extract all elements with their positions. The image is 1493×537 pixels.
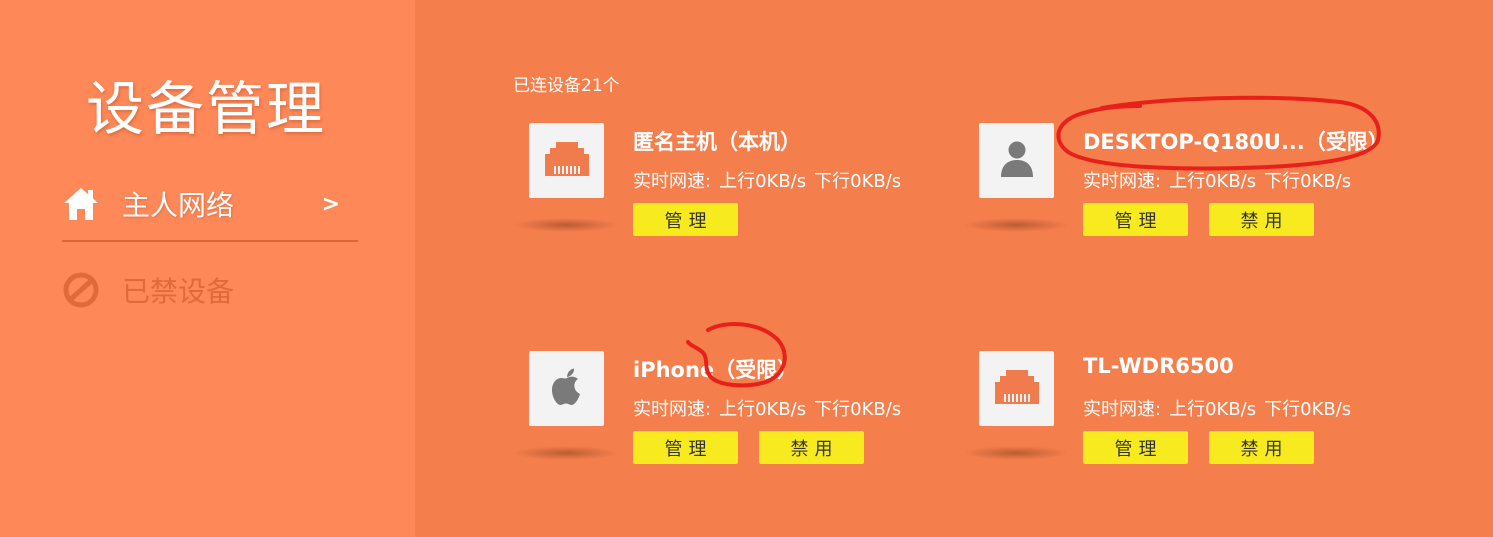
device-icon-box xyxy=(529,351,604,426)
connected-device-count: 已连设备21个 xyxy=(513,76,620,96)
device-speed: 实时网速: 上行0KB/s 下行0KB/s xyxy=(633,395,909,421)
download-speed: 下行0KB/s xyxy=(814,399,902,420)
speed-prefix: 实时网速: xyxy=(1083,399,1162,420)
device-icon-box xyxy=(979,351,1054,426)
home-icon xyxy=(62,185,100,223)
device-card: TL-WDR6500 实时网速: 上行0KB/s 下行0KB/s 管理 禁用 xyxy=(964,348,1384,508)
ethernet-icon xyxy=(544,140,590,182)
device-speed: 实时网速: 上行0KB/s 下行0KB/s xyxy=(1083,167,1359,193)
icon-shadow xyxy=(964,446,1068,460)
speed-prefix: 实时网速: xyxy=(633,399,712,420)
download-speed: 下行0KB/s xyxy=(814,171,902,192)
apple-icon xyxy=(550,367,584,411)
manage-button[interactable]: 管理 xyxy=(1083,431,1188,464)
device-icon-box xyxy=(529,123,604,198)
device-name: 匿名主机（本机） xyxy=(633,130,801,154)
upload-speed: 上行0KB/s xyxy=(719,399,807,420)
device-name: iPhone（受限） xyxy=(633,358,799,382)
page-title: 设备管理 xyxy=(86,75,327,143)
device-icon-box xyxy=(979,123,1054,198)
icon-shadow xyxy=(514,446,618,460)
device-speed: 实时网速: 上行0KB/s 下行0KB/s xyxy=(1083,395,1359,421)
speed-prefix: 实时网速: xyxy=(633,171,712,192)
icon-shadow xyxy=(514,218,618,232)
sidebar-item-label: 已禁设备 xyxy=(122,275,235,308)
device-card: 匿名主机（本机） 实时网速: 上行0KB/s 下行0KB/s 管理 xyxy=(514,120,934,280)
blocked-icon xyxy=(62,271,100,309)
sidebar-item-label: 主人网络 xyxy=(122,189,235,222)
device-card: iPhone（受限） 实时网速: 上行0KB/s 下行0KB/s 管理 禁用 xyxy=(514,348,934,508)
device-speed: 实时网速: 上行0KB/s 下行0KB/s xyxy=(633,167,909,193)
ethernet-icon xyxy=(994,368,1040,410)
upload-speed: 上行0KB/s xyxy=(1169,171,1257,192)
device-name: TL-WDR6500 xyxy=(1083,354,1234,378)
block-button[interactable]: 禁用 xyxy=(1209,431,1314,464)
manage-button[interactable]: 管理 xyxy=(1083,203,1188,236)
upload-speed: 上行0KB/s xyxy=(719,171,807,192)
chevron-right-icon: > xyxy=(321,191,340,217)
device-name: DESKTOP-Q180U...（受限） xyxy=(1083,130,1389,154)
download-speed: 下行0KB/s xyxy=(1264,399,1352,420)
device-card: DESKTOP-Q180U...（受限） 实时网速: 上行0KB/s 下行0KB/s… xyxy=(964,120,1389,280)
sidebar-item-blocked-devices[interactable]: 已禁设备 xyxy=(62,262,358,318)
sidebar-item-host-network[interactable]: 主人网络 > xyxy=(62,176,358,242)
block-button[interactable]: 禁用 xyxy=(759,431,864,464)
speed-prefix: 实时网速: xyxy=(1083,171,1162,192)
icon-shadow xyxy=(964,218,1068,232)
download-speed: 下行0KB/s xyxy=(1264,171,1352,192)
manage-button[interactable]: 管理 xyxy=(633,203,738,236)
upload-speed: 上行0KB/s xyxy=(1169,399,1257,420)
sidebar: 设备管理 主人网络 > 已禁设备 xyxy=(0,0,415,537)
user-icon xyxy=(1000,140,1034,182)
block-button[interactable]: 禁用 xyxy=(1209,203,1314,236)
manage-button[interactable]: 管理 xyxy=(633,431,738,464)
